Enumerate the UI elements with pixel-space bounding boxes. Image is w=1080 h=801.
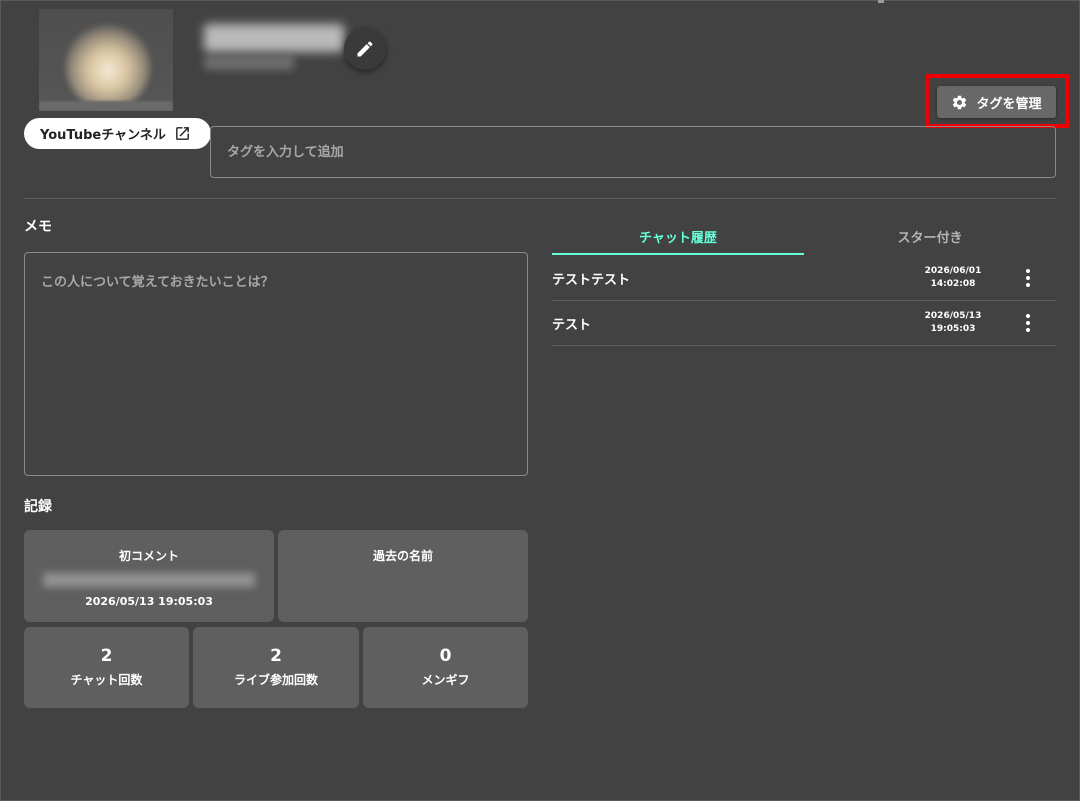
section-divider: [24, 198, 1056, 199]
memo-textarea[interactable]: [24, 252, 528, 476]
records-title: 記録: [24, 499, 52, 515]
first-comment-text-blurred: [43, 573, 255, 587]
first-comment-date: 2026/05/13 19:05:03: [85, 595, 213, 608]
more-vert-icon[interactable]: [1018, 269, 1038, 287]
chat-time: 19:05:03: [930, 324, 976, 334]
gear-icon: [953, 95, 967, 109]
first-comment-card: 初コメント 2026/05/13 19:05:03: [24, 530, 274, 622]
chat-text: テストテスト: [552, 272, 631, 288]
stat-member-gift: 0 メンギフ: [363, 627, 528, 708]
first-comment-title: 初コメント: [118, 549, 179, 563]
manage-tags-label: タグを管理: [976, 96, 1042, 112]
chat-list: テストテスト 2026/06/01 14:02:08 テスト 2026/05/1…: [552, 256, 1056, 346]
more-vert-icon[interactable]: [1018, 314, 1038, 332]
tag-input[interactable]: [210, 126, 1056, 178]
memo-title: メモ: [24, 219, 52, 235]
stat-value: 2: [100, 645, 113, 666]
history-tabs: チャット履歴 スター付き: [552, 216, 1056, 256]
past-names-title: 過去の名前: [372, 549, 433, 563]
stat-live-count: 2 ライブ参加回数: [193, 627, 359, 708]
chat-timestamp: 2026/06/01 14:02:08: [918, 265, 988, 291]
list-item: テスト 2026/05/13 19:05:03: [552, 301, 1056, 346]
tab-starred[interactable]: スター付き: [804, 216, 1056, 256]
stat-value: 2: [270, 645, 282, 666]
stat-value: 0: [439, 645, 452, 666]
avatar-image: [65, 23, 151, 109]
stat-chat-count: 2 チャット回数: [24, 627, 189, 708]
avatar: [39, 9, 173, 111]
chat-timestamp: 2026/05/13 19:05:03: [918, 310, 988, 336]
avatar-overlay: [39, 101, 173, 111]
stat-label: メンギフ: [421, 672, 470, 687]
username-blurred: [204, 24, 344, 52]
chat-time: 14:02:08: [930, 279, 976, 289]
stat-label: ライブ参加回数: [233, 672, 318, 687]
youtube-channel-label: YouTubeチャンネル: [40, 128, 166, 143]
edit-button[interactable]: [344, 28, 386, 70]
stat-label: チャット回数: [70, 672, 143, 687]
tab-chat-history[interactable]: チャット履歴: [552, 216, 804, 256]
chat-date: 2026/06/01: [924, 266, 982, 276]
manage-tags-button[interactable]: タグを管理: [937, 86, 1056, 118]
youtube-channel-button[interactable]: YouTubeチャンネル: [24, 118, 211, 149]
open-in-new-icon: [175, 127, 189, 140]
handle-blurred: [204, 56, 294, 70]
edit-icon: [357, 41, 373, 57]
resize-handle: [878, 0, 884, 3]
list-item: テストテスト 2026/06/01 14:02:08: [552, 256, 1056, 301]
chat-date: 2026/05/13: [924, 311, 982, 321]
chat-text: テスト: [552, 317, 592, 333]
past-names-card: 過去の名前: [278, 530, 528, 622]
